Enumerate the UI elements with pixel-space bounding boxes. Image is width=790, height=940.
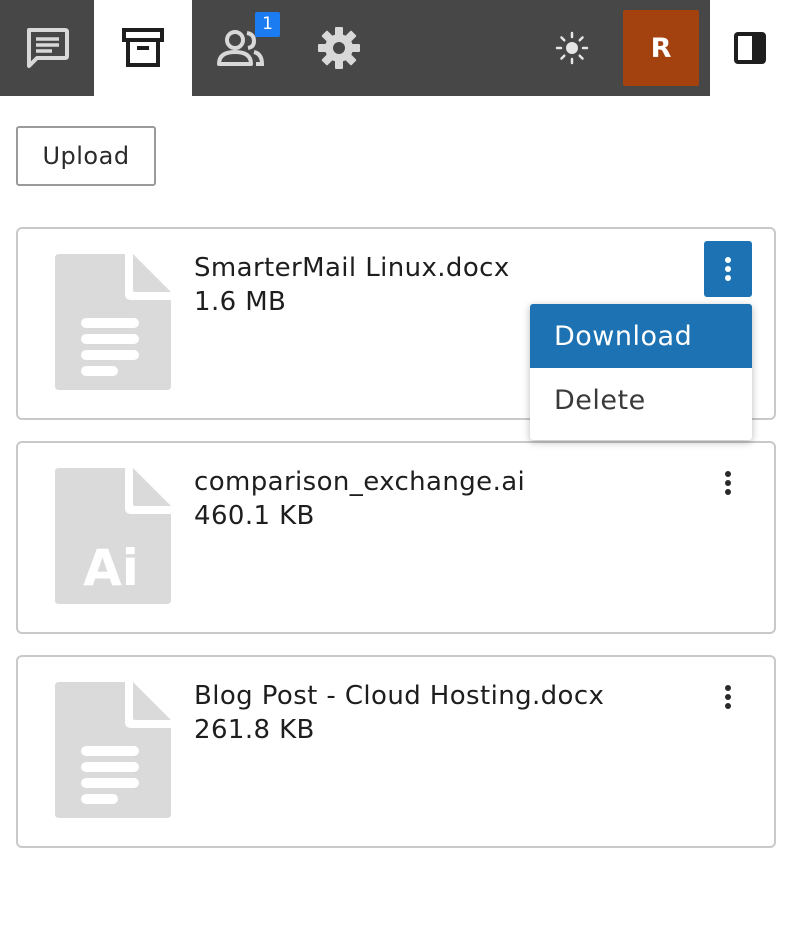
file-card[interactable]: Blog Post - Cloud Hosting.docx 261.8 KB xyxy=(16,655,776,848)
top-toolbar: 1 R xyxy=(0,0,710,96)
kebab-icon xyxy=(725,471,731,495)
sidebar-toggle-icon xyxy=(734,32,766,64)
file-name: comparison_exchange.ai xyxy=(194,467,526,497)
archive-button[interactable] xyxy=(94,0,192,96)
file-size: 460.1 KB xyxy=(194,501,315,531)
kebab-icon xyxy=(725,257,731,281)
theme-toggle-button[interactable] xyxy=(540,0,604,96)
file-menu-button[interactable] xyxy=(704,241,752,297)
gear-icon xyxy=(318,27,360,69)
upload-button[interactable]: Upload xyxy=(16,126,156,186)
ai-file-icon-label: Ai xyxy=(83,539,139,597)
document-icon xyxy=(55,254,171,390)
menu-item-delete[interactable]: Delete xyxy=(530,368,752,432)
file-menu-button[interactable] xyxy=(704,455,752,511)
chat-button[interactable] xyxy=(0,0,94,96)
panel-toggle-button[interactable] xyxy=(710,0,790,96)
settings-button[interactable] xyxy=(290,0,388,96)
users-badge: 1 xyxy=(255,12,280,37)
kebab-icon xyxy=(725,685,731,709)
archive-icon xyxy=(122,28,164,67)
file-size: 1.6 MB xyxy=(194,287,287,317)
document-icon xyxy=(55,682,171,818)
file-context-menu: Download Delete xyxy=(530,304,752,440)
menu-item-download[interactable]: Download xyxy=(530,304,752,368)
file-name: SmarterMail Linux.docx xyxy=(194,253,510,283)
chat-icon xyxy=(27,28,69,68)
file-menu-button[interactable] xyxy=(704,669,752,725)
user-avatar[interactable]: R xyxy=(623,10,699,86)
sun-icon xyxy=(555,31,589,65)
panel-toggle-area xyxy=(710,0,790,96)
file-name: Blog Post - Cloud Hosting.docx xyxy=(194,681,605,711)
file-size: 261.8 KB xyxy=(194,715,315,745)
ai-file-icon: Ai xyxy=(55,468,171,604)
file-card[interactable]: Ai comparison_exchange.ai 460.1 KB xyxy=(16,441,776,634)
